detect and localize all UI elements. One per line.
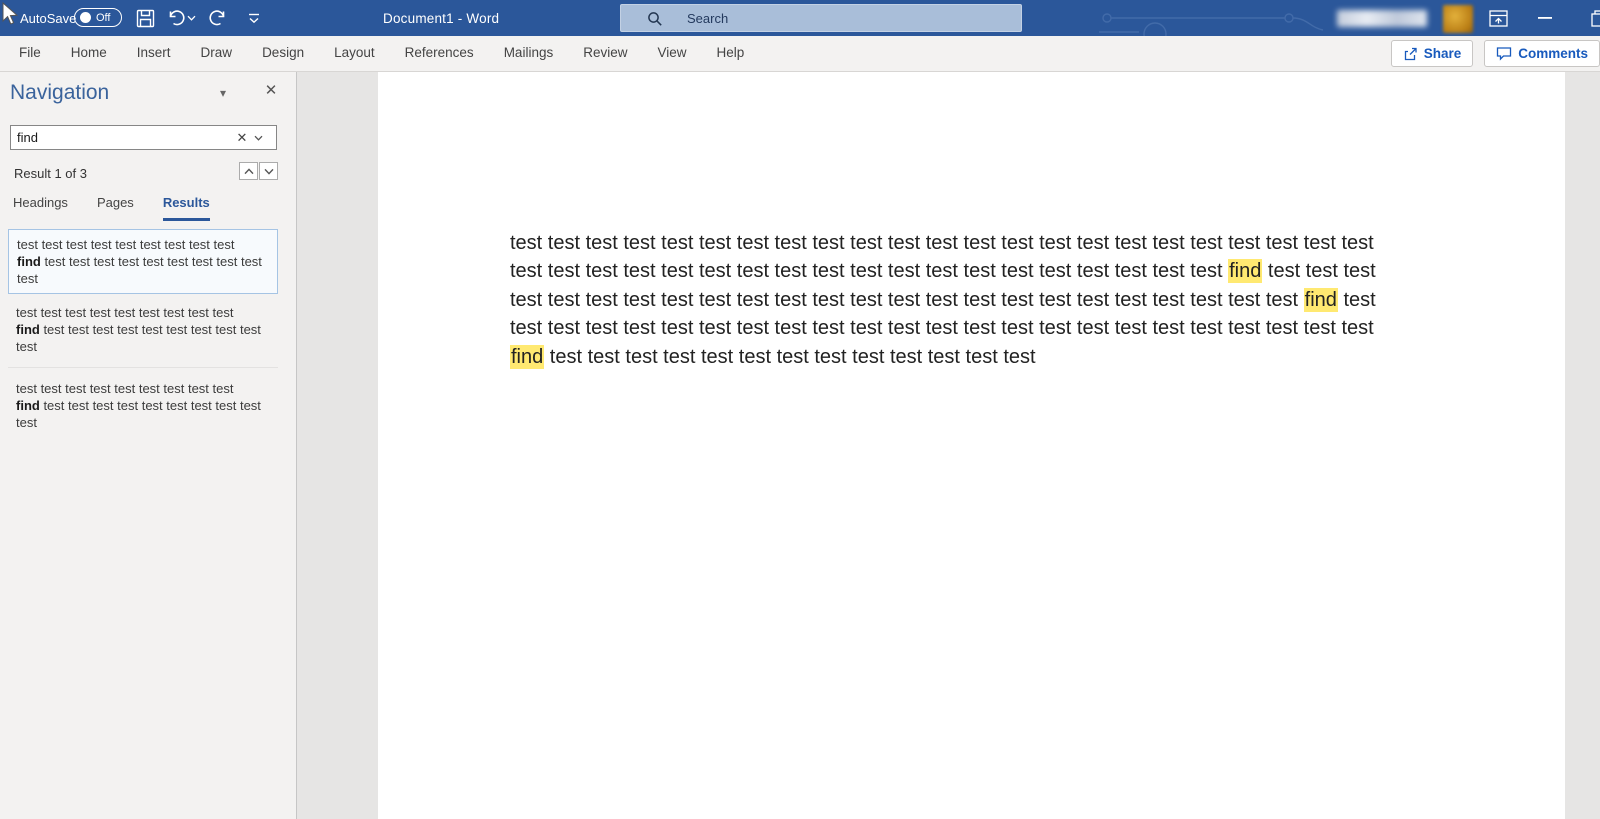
- navigation-pane-title: Navigation: [10, 81, 110, 104]
- next-result-button[interactable]: [259, 162, 278, 180]
- navigation-pane: Navigation ▾ ✕ ✕ Result 1 of 3 Headings …: [0, 72, 297, 819]
- tab-mailings[interactable]: Mailings: [489, 36, 569, 70]
- tab-pages[interactable]: Pages: [97, 195, 134, 221]
- result-item[interactable]: test test test test test test test test …: [8, 229, 278, 294]
- find-match-highlight: find: [1303, 287, 1338, 312]
- result-line: test test test test test test test test …: [17, 237, 235, 252]
- clear-search-icon[interactable]: ✕: [230, 130, 254, 146]
- autosave-label: AutoSave: [20, 10, 77, 26]
- comments-label: Comments: [1518, 46, 1588, 61]
- autosave-state-label: Off: [96, 11, 111, 24]
- navigation-pane-menu-icon[interactable]: ▾: [220, 86, 226, 100]
- tab-headings[interactable]: Headings: [13, 195, 68, 221]
- result-line: test test test test test test test test …: [16, 305, 234, 320]
- ribbon-tabs: File Home Insert Draw Design Layout Refe…: [0, 36, 1600, 70]
- document-canvas: test test test test test test test test …: [298, 72, 1600, 819]
- ribbon-display-options-icon[interactable]: [1481, 0, 1515, 36]
- autosave-toggle[interactable]: Off: [74, 8, 122, 27]
- document-line: test test test test test test test test …: [510, 317, 1374, 340]
- result-counter: Result 1 of 3: [14, 166, 87, 181]
- find-match-highlight: find: [510, 344, 545, 369]
- result-line: test test test test test test test test …: [16, 381, 234, 396]
- navigation-pane-close-icon[interactable]: ✕: [262, 82, 280, 100]
- comments-icon: [1496, 46, 1512, 61]
- tab-draw[interactable]: Draw: [186, 36, 248, 70]
- ribbon-tab-row: File Home Insert Draw Design Layout Refe…: [0, 36, 1600, 72]
- share-icon: [1403, 46, 1418, 61]
- navigation-search-box[interactable]: ✕: [10, 125, 277, 150]
- document-line: test test test test test test test test …: [510, 259, 1376, 284]
- result-line: test: [16, 339, 37, 354]
- find-match-highlight: find: [1228, 259, 1263, 284]
- autosave-toggle-knob: [80, 12, 91, 23]
- document-line: test test test test test test test test …: [510, 232, 1374, 254]
- comments-button[interactable]: Comments: [1484, 40, 1600, 67]
- save-icon[interactable]: [131, 0, 159, 36]
- search-icon: [647, 11, 663, 27]
- titlebar-decoration: [1099, 13, 1324, 36]
- tab-design[interactable]: Design: [247, 36, 319, 70]
- tab-help[interactable]: Help: [702, 36, 760, 70]
- minimize-button[interactable]: [1528, 0, 1562, 36]
- mouse-cursor: [2, 2, 19, 25]
- document-line: test test test test test test test test …: [510, 287, 1376, 312]
- tab-layout[interactable]: Layout: [319, 36, 390, 70]
- user-name-blurred: [1337, 10, 1427, 27]
- result-line: test: [17, 271, 38, 286]
- tab-home[interactable]: Home: [56, 36, 122, 70]
- result-item[interactable]: test test test test test test test test …: [8, 298, 278, 361]
- customize-quick-access-toolbar-icon[interactable]: [240, 0, 268, 36]
- search-options-chevron-icon[interactable]: [254, 135, 276, 141]
- previous-result-button[interactable]: [239, 162, 258, 180]
- tab-view[interactable]: View: [642, 36, 701, 70]
- document-line: find test test test test test test test …: [510, 344, 1036, 369]
- result-line: find test test test test test test test …: [16, 398, 261, 413]
- results-list: test test test test test test test test …: [0, 227, 297, 441]
- navigation-tabs: Headings Pages Results: [13, 195, 239, 221]
- avatar[interactable]: [1443, 5, 1473, 33]
- navigation-search-input[interactable]: [11, 130, 230, 145]
- result-separator: [8, 367, 278, 368]
- result-line: find test test test test test test test …: [16, 322, 261, 337]
- restore-button[interactable]: [1582, 0, 1600, 36]
- result-line: find test test test test test test test …: [17, 254, 262, 269]
- redo-icon[interactable]: [204, 0, 232, 36]
- share-button[interactable]: Share: [1390, 40, 1474, 67]
- document-text: test test test test test test test test …: [510, 229, 1376, 371]
- undo-dropdown-icon[interactable]: [184, 0, 198, 36]
- tab-references[interactable]: References: [390, 36, 489, 70]
- titlebar: AutoSave Off Document1 - Word Search: [0, 0, 1600, 36]
- share-label: Share: [1423, 46, 1462, 61]
- titlebar-search-placeholder: Search: [687, 10, 729, 26]
- tab-results[interactable]: Results: [162, 195, 210, 221]
- titlebar-search-box[interactable]: Search: [620, 4, 1022, 32]
- result-item[interactable]: test test test test test test test test …: [8, 374, 278, 437]
- document-title: Document1 - Word: [383, 10, 500, 26]
- tab-review[interactable]: Review: [568, 36, 642, 70]
- tab-insert[interactable]: Insert: [122, 36, 186, 70]
- result-line: test: [16, 415, 37, 430]
- tab-file[interactable]: File: [4, 36, 56, 70]
- document-page[interactable]: test test test test test test test test …: [378, 72, 1565, 819]
